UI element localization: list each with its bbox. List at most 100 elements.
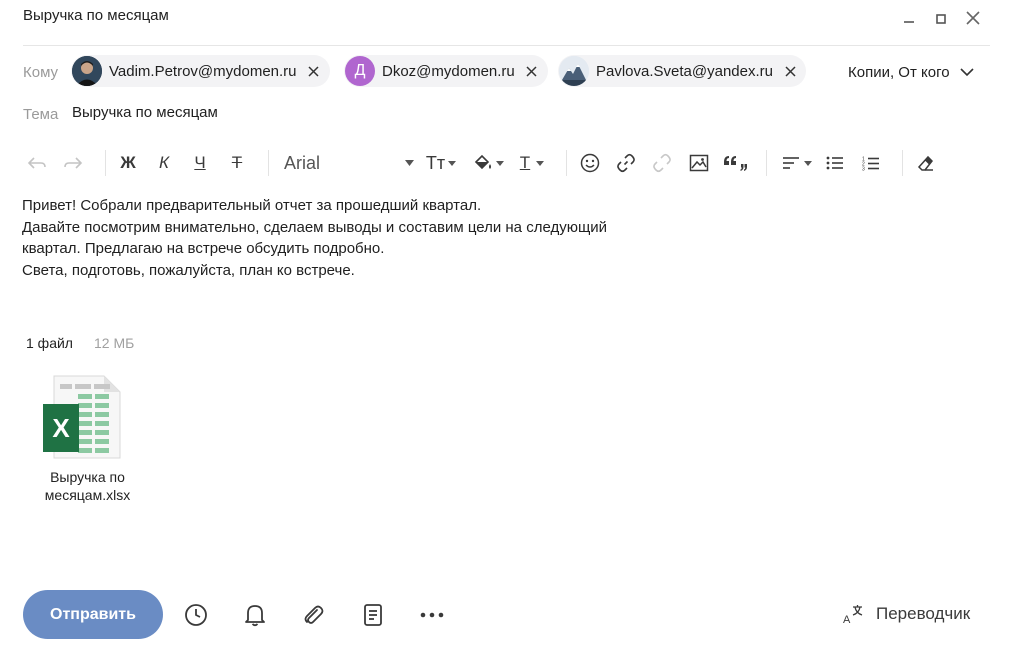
remove-recipient-button[interactable] bbox=[525, 64, 539, 78]
body-line: квартал. Предлагаю на встрече обсудить п… bbox=[22, 240, 385, 257]
avatar: Д bbox=[345, 56, 375, 86]
document-icon bbox=[364, 604, 382, 626]
excel-badge: X bbox=[52, 412, 70, 443]
minimize-button[interactable] bbox=[898, 8, 920, 28]
chevron-down-icon bbox=[959, 68, 974, 77]
recipient-chip[interactable]: Д Dkoz@mydomen.ru bbox=[344, 55, 548, 87]
recipient-email: Vadim.Petrov@mydomen.ru bbox=[109, 62, 297, 80]
caret-down-icon bbox=[448, 160, 457, 166]
numbered-list-button[interactable]: 1 2 3 bbox=[860, 150, 882, 176]
caret-down-icon bbox=[804, 160, 812, 166]
translator-button[interactable]: A Переводчик bbox=[842, 603, 970, 625]
bulleted-list-icon bbox=[826, 156, 843, 170]
bold-label: Ж bbox=[120, 153, 136, 172]
avatar bbox=[559, 56, 589, 86]
insert-image-button[interactable] bbox=[687, 150, 711, 176]
avatar bbox=[72, 56, 102, 86]
insert-link-button[interactable] bbox=[614, 150, 638, 176]
close-icon bbox=[526, 65, 537, 77]
svg-text:A: A bbox=[843, 614, 851, 625]
message-body[interactable]: Привет! Собрали предварительный отчет за… bbox=[22, 195, 722, 281]
attachments-size: 12 МБ bbox=[94, 335, 135, 351]
recipient-chip[interactable]: Pavlova.Sveta@yandex.ru bbox=[558, 55, 806, 87]
remove-link-button[interactable] bbox=[650, 150, 674, 176]
clock-icon bbox=[185, 604, 207, 626]
recipient-chip[interactable]: Vadim.Petrov@mydomen.ru bbox=[71, 55, 330, 87]
attach-file-button[interactable] bbox=[299, 601, 327, 629]
body-line: Света, подготовь, пожалуйста, план ко вс… bbox=[22, 261, 355, 279]
more-options-button[interactable] bbox=[418, 601, 446, 629]
fill-color-button[interactable] bbox=[470, 150, 506, 176]
maximize-button[interactable] bbox=[930, 8, 952, 28]
paint-bucket-icon bbox=[474, 154, 491, 170]
reminder-button[interactable] bbox=[241, 601, 269, 629]
toolbar-divider bbox=[566, 150, 567, 176]
avatar-initial: Д bbox=[354, 62, 366, 79]
attachments-count: 1 файл bbox=[26, 335, 73, 351]
toolbar-divider bbox=[105, 150, 106, 176]
toolbar-divider bbox=[268, 150, 269, 176]
remove-recipient-button[interactable] bbox=[783, 64, 797, 78]
strikethrough-button[interactable]: Т bbox=[226, 150, 248, 176]
minimize-icon bbox=[904, 21, 914, 23]
send-button[interactable]: Отправить bbox=[23, 590, 163, 639]
undo-icon bbox=[27, 157, 46, 169]
recipient-email: Dkoz@mydomen.ru bbox=[382, 62, 515, 80]
numbered-list-icon: 1 2 3 bbox=[862, 156, 879, 171]
copies-from-toggle[interactable]: Копии, От кого bbox=[848, 64, 974, 81]
caret-down-icon bbox=[405, 160, 414, 166]
align-left-icon bbox=[783, 157, 799, 169]
underline-label: Ч bbox=[194, 153, 206, 172]
remove-recipient-button[interactable] bbox=[307, 64, 321, 78]
emoji-icon bbox=[580, 153, 600, 173]
font-name: Arial bbox=[284, 152, 321, 173]
window-title: Выручка по месяцам bbox=[23, 7, 169, 24]
quote-icon bbox=[724, 156, 747, 171]
to-label: Кому bbox=[23, 64, 59, 81]
subject-label: Тема bbox=[23, 106, 59, 123]
toolbar-divider bbox=[766, 150, 767, 176]
bold-button[interactable]: Ж bbox=[117, 150, 139, 176]
copies-label: Копии, От кого bbox=[848, 64, 950, 81]
translate-icon: A bbox=[843, 605, 863, 625]
close-icon bbox=[966, 11, 980, 25]
text-size-label: Тт bbox=[425, 152, 446, 173]
bell-icon bbox=[245, 605, 265, 627]
body-line: Привет! Собрали предварительный отчет за… bbox=[22, 197, 482, 214]
body-line: Давайте посмотрим внимательно, сделаем в… bbox=[22, 218, 608, 236]
text-color-label: Т bbox=[519, 153, 531, 172]
unlink-icon bbox=[653, 153, 671, 173]
undo-button[interactable] bbox=[26, 150, 48, 176]
image-icon bbox=[689, 154, 709, 172]
schedule-send-button[interactable] bbox=[182, 601, 210, 629]
font-family-select[interactable]: Arial bbox=[284, 150, 414, 176]
more-icon bbox=[420, 612, 444, 618]
file-name-line: Выручка по bbox=[50, 469, 125, 485]
paperclip-icon bbox=[304, 605, 324, 624]
attachment-file-icon[interactable]: X bbox=[42, 374, 122, 460]
italic-button[interactable]: К bbox=[153, 150, 175, 176]
quote-button[interactable] bbox=[721, 150, 749, 176]
templates-button[interactable] bbox=[359, 601, 387, 629]
underline-button[interactable]: Ч bbox=[189, 150, 211, 176]
bulleted-list-button[interactable] bbox=[824, 150, 846, 176]
translator-label: Переводчик bbox=[876, 604, 971, 623]
emoji-button[interactable] bbox=[578, 150, 602, 176]
toolbar-divider bbox=[902, 150, 903, 176]
italic-label: К bbox=[158, 153, 170, 172]
close-button[interactable] bbox=[962, 8, 984, 28]
header-divider bbox=[23, 45, 990, 46]
clear-formatting-button[interactable] bbox=[915, 150, 937, 176]
eraser-icon bbox=[917, 155, 933, 171]
attachment-file-name[interactable]: Выручка по месяцам.xlsx bbox=[30, 468, 145, 504]
text-color-button[interactable]: Т bbox=[514, 150, 550, 176]
caret-down-icon bbox=[536, 160, 545, 166]
caret-down-icon bbox=[495, 160, 504, 166]
align-button[interactable] bbox=[779, 150, 815, 176]
recipient-email: Pavlova.Sveta@yandex.ru bbox=[596, 62, 773, 80]
subject-input[interactable]: Выручка по месяцам bbox=[72, 104, 218, 121]
strikethrough-label: Т bbox=[231, 153, 243, 172]
text-size-button[interactable]: Тт bbox=[422, 150, 460, 176]
file-name-line: месяцам.xlsx bbox=[44, 487, 131, 503]
redo-button[interactable] bbox=[62, 150, 84, 176]
